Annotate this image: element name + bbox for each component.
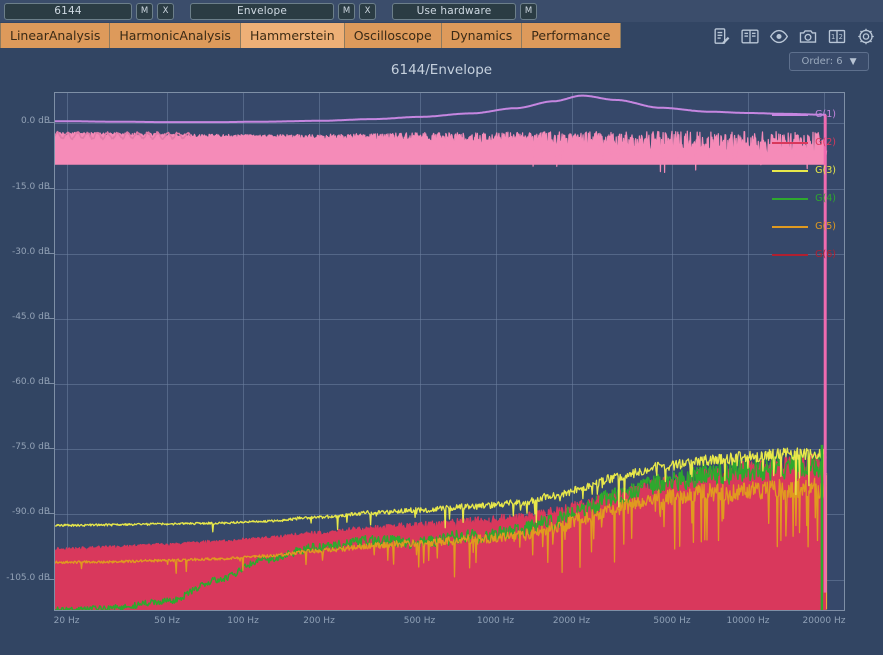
x-axis-tick-label: 10000 Hz — [727, 616, 770, 626]
x-axis-tick-label: 100 Hz — [227, 616, 259, 626]
y-axis-tick-mark — [46, 513, 54, 514]
tab-bar: LinearAnalysisHarmonicAnalysisHammerstei… — [0, 23, 621, 48]
curve-path — [55, 96, 826, 123]
legend-item[interactable]: G(4) — [772, 193, 836, 204]
hardware-field[interactable]: Use hardware — [392, 3, 516, 20]
chevron-down-icon: ▼ — [850, 57, 857, 67]
y-axis-tick-label: -45.0 dB — [0, 312, 50, 322]
legend-color-swatch — [772, 114, 808, 116]
split-view-icon[interactable]: 1 2 — [827, 26, 847, 46]
tab-performance[interactable]: Performance — [522, 23, 620, 48]
envelope-close-button[interactable]: X — [359, 3, 376, 20]
envelope-mute-button[interactable]: M — [338, 3, 355, 20]
legend-color-swatch — [772, 198, 808, 200]
legend-color-swatch — [772, 226, 808, 228]
gear-icon[interactable] — [856, 26, 876, 46]
order-select-label: Order: 6 — [801, 56, 842, 67]
y-axis-tick-mark — [46, 383, 54, 384]
legend-color-swatch — [772, 142, 808, 144]
x-axis-tick-label: 500 Hz — [404, 616, 436, 626]
tab-linearanalysis[interactable]: LinearAnalysis — [0, 23, 110, 48]
preset-mute-button[interactable]: M — [136, 3, 153, 20]
camera-icon[interactable] — [798, 26, 818, 46]
eye-icon[interactable] — [769, 26, 789, 46]
legend-item[interactable]: G(6) — [772, 249, 836, 260]
page-title: 6144/Envelope — [0, 62, 883, 78]
application-window: 6144 M X Envelope M X Use hardware M Lin… — [0, 0, 883, 655]
tab-oscilloscope[interactable]: Oscilloscope — [345, 23, 442, 48]
y-axis-tick-label: -15.0 dB — [0, 182, 50, 192]
x-axis-tick-label: 5000 Hz — [653, 616, 690, 626]
tab-hammerstein[interactable]: Hammerstein — [241, 23, 345, 48]
legend-item[interactable]: G(1) — [772, 109, 836, 120]
y-axis-tick-mark — [46, 318, 54, 319]
x-axis-tick-label: 20 Hz — [54, 616, 80, 626]
tool-icon-bar: 1 2 — [711, 23, 876, 49]
plot-container: 0.0 dB -15.0 dB -30.0 dB -45.0 dB -60.0 dB -7… — [0, 86, 883, 631]
legend-label: G(5) — [815, 221, 836, 232]
legend-label: G(6) — [815, 249, 836, 260]
y-axis-tick-label: 0.0 dB — [0, 116, 50, 126]
y-axis-tick-mark — [46, 188, 54, 189]
legend-item[interactable]: G(5) — [772, 221, 836, 232]
y-axis-tick-label: -30.0 dB — [0, 247, 50, 257]
y-axis-tick-mark — [46, 448, 54, 449]
y-axis-tick-mark — [46, 122, 54, 123]
envelope-field[interactable]: Envelope — [190, 3, 334, 20]
cutoff-edge-green — [821, 445, 823, 610]
y-axis-tick-mark — [46, 253, 54, 254]
chart-legend: G(1) G(2) G(3) G(4) G(5) G(6) — [772, 109, 836, 260]
legend-item[interactable]: G(3) — [772, 165, 836, 176]
preset-name-field[interactable]: 6144 — [4, 3, 132, 20]
x-axis-tick-label: 1000 Hz — [477, 616, 514, 626]
spectrum-curves — [55, 93, 844, 610]
x-axis-tick-label: 20000 Hz — [803, 616, 846, 626]
legend-item[interactable]: G(2) — [772, 137, 836, 148]
legend-label: G(1) — [815, 109, 836, 120]
y-axis-tick-mark — [46, 579, 54, 580]
order-select[interactable]: Order: 6 ▼ — [789, 52, 869, 71]
legend-label: G(4) — [815, 193, 836, 204]
tab-harmonicanalysis[interactable]: HarmonicAnalysis — [110, 23, 241, 48]
preset-close-button[interactable]: X — [157, 3, 174, 20]
y-axis-tick-label: -75.0 dB — [0, 442, 50, 452]
book-icon[interactable] — [740, 26, 760, 46]
svg-text:2: 2 — [839, 33, 843, 41]
plot-area[interactable]: G(1) G(2) G(3) G(4) G(5) G(6) — [54, 92, 845, 611]
x-axis-tick-label: 50 Hz — [154, 616, 180, 626]
legend-color-swatch — [772, 170, 808, 172]
legend-label: G(3) — [815, 165, 836, 176]
legend-label: G(2) — [815, 137, 836, 148]
tab-dynamics[interactable]: Dynamics — [442, 23, 523, 48]
y-axis-tick-label: -105.0 dB — [0, 573, 50, 583]
hardware-mute-button[interactable]: M — [520, 3, 537, 20]
svg-text:1: 1 — [831, 33, 835, 41]
x-axis-tick-label: 200 Hz — [303, 616, 335, 626]
notes-icon[interactable] — [711, 26, 731, 46]
legend-color-swatch — [772, 254, 808, 256]
top-toolbar: 6144 M X Envelope M X Use hardware M — [0, 0, 883, 22]
x-axis-tick-label: 2000 Hz — [553, 616, 590, 626]
y-axis-tick-label: -60.0 dB — [0, 377, 50, 387]
y-axis-tick-label: -90.0 dB — [0, 507, 50, 517]
